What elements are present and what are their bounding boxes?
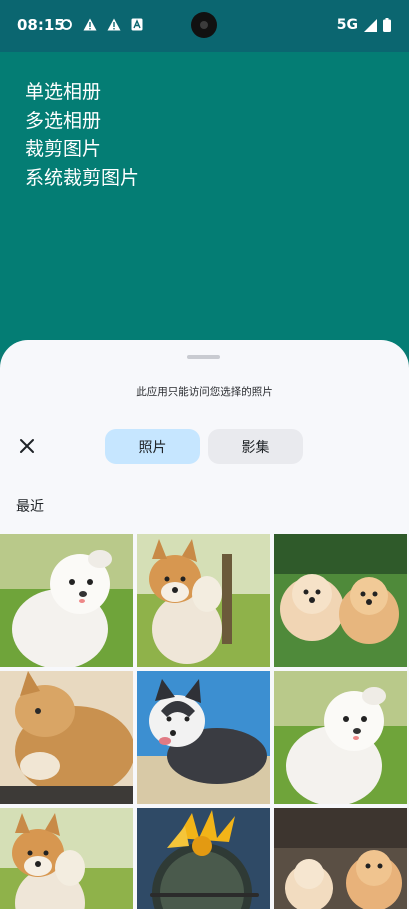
photo-tile[interactable] — [274, 534, 407, 667]
photo-tile[interactable] — [274, 808, 407, 909]
gesture-navigation-bar[interactable] — [150, 893, 259, 897]
menu-item-system-crop[interactable]: 系统裁剪图片 — [25, 164, 139, 193]
photo-picker-sheet: 此应用只能访问您选择的照片 照片 影集 最近 — [0, 340, 409, 909]
photo-tile[interactable] — [0, 671, 133, 804]
white-puppy-photo — [0, 534, 133, 667]
menu-item-crop-image[interactable]: 裁剪图片 — [25, 135, 139, 164]
shiba-inu-photo — [137, 534, 270, 667]
drag-handle[interactable] — [187, 355, 220, 359]
battery-icon — [383, 18, 391, 32]
warning-icon — [107, 18, 121, 31]
access-notice: 此应用只能访问您选择的照片 — [136, 386, 273, 398]
signal-icon — [364, 18, 377, 32]
demo-menu: 单选相册 多选相册 裁剪图片 系统裁剪图片 — [25, 78, 139, 192]
section-title-recent: 最近 — [16, 499, 44, 515]
front-camera — [191, 12, 217, 38]
clock: 08:15 — [17, 16, 65, 34]
menu-item-single-select[interactable]: 单选相册 — [25, 78, 139, 107]
menu-item-multi-select[interactable]: 多选相册 — [25, 107, 139, 136]
tab-photos[interactable]: 照片 — [105, 429, 200, 464]
photo-tile[interactable] — [137, 534, 270, 667]
status-right: 5G — [337, 17, 391, 33]
warning-icon — [83, 18, 97, 31]
notification-icons — [60, 18, 143, 31]
photo-tile[interactable] — [274, 671, 407, 804]
husky-photo — [137, 671, 270, 804]
network-label: 5G — [336, 17, 358, 33]
white-puppy-photo — [274, 671, 407, 804]
sync-icon — [61, 19, 72, 30]
two-pomeranians-photo — [274, 534, 407, 667]
status-bar: 08:15 5G — [0, 0, 409, 52]
close-icon — [20, 439, 34, 453]
close-button[interactable] — [15, 434, 39, 458]
pomeranians-photo — [274, 808, 407, 909]
text-icon — [131, 18, 143, 31]
photo-tile[interactable] — [0, 534, 133, 667]
shiba-inu-photo — [0, 808, 133, 909]
tab-albums[interactable]: 影集 — [208, 429, 303, 464]
cat-photo — [0, 671, 133, 804]
photo-tile[interactable] — [0, 808, 133, 909]
photo-tile[interactable] — [137, 671, 270, 804]
